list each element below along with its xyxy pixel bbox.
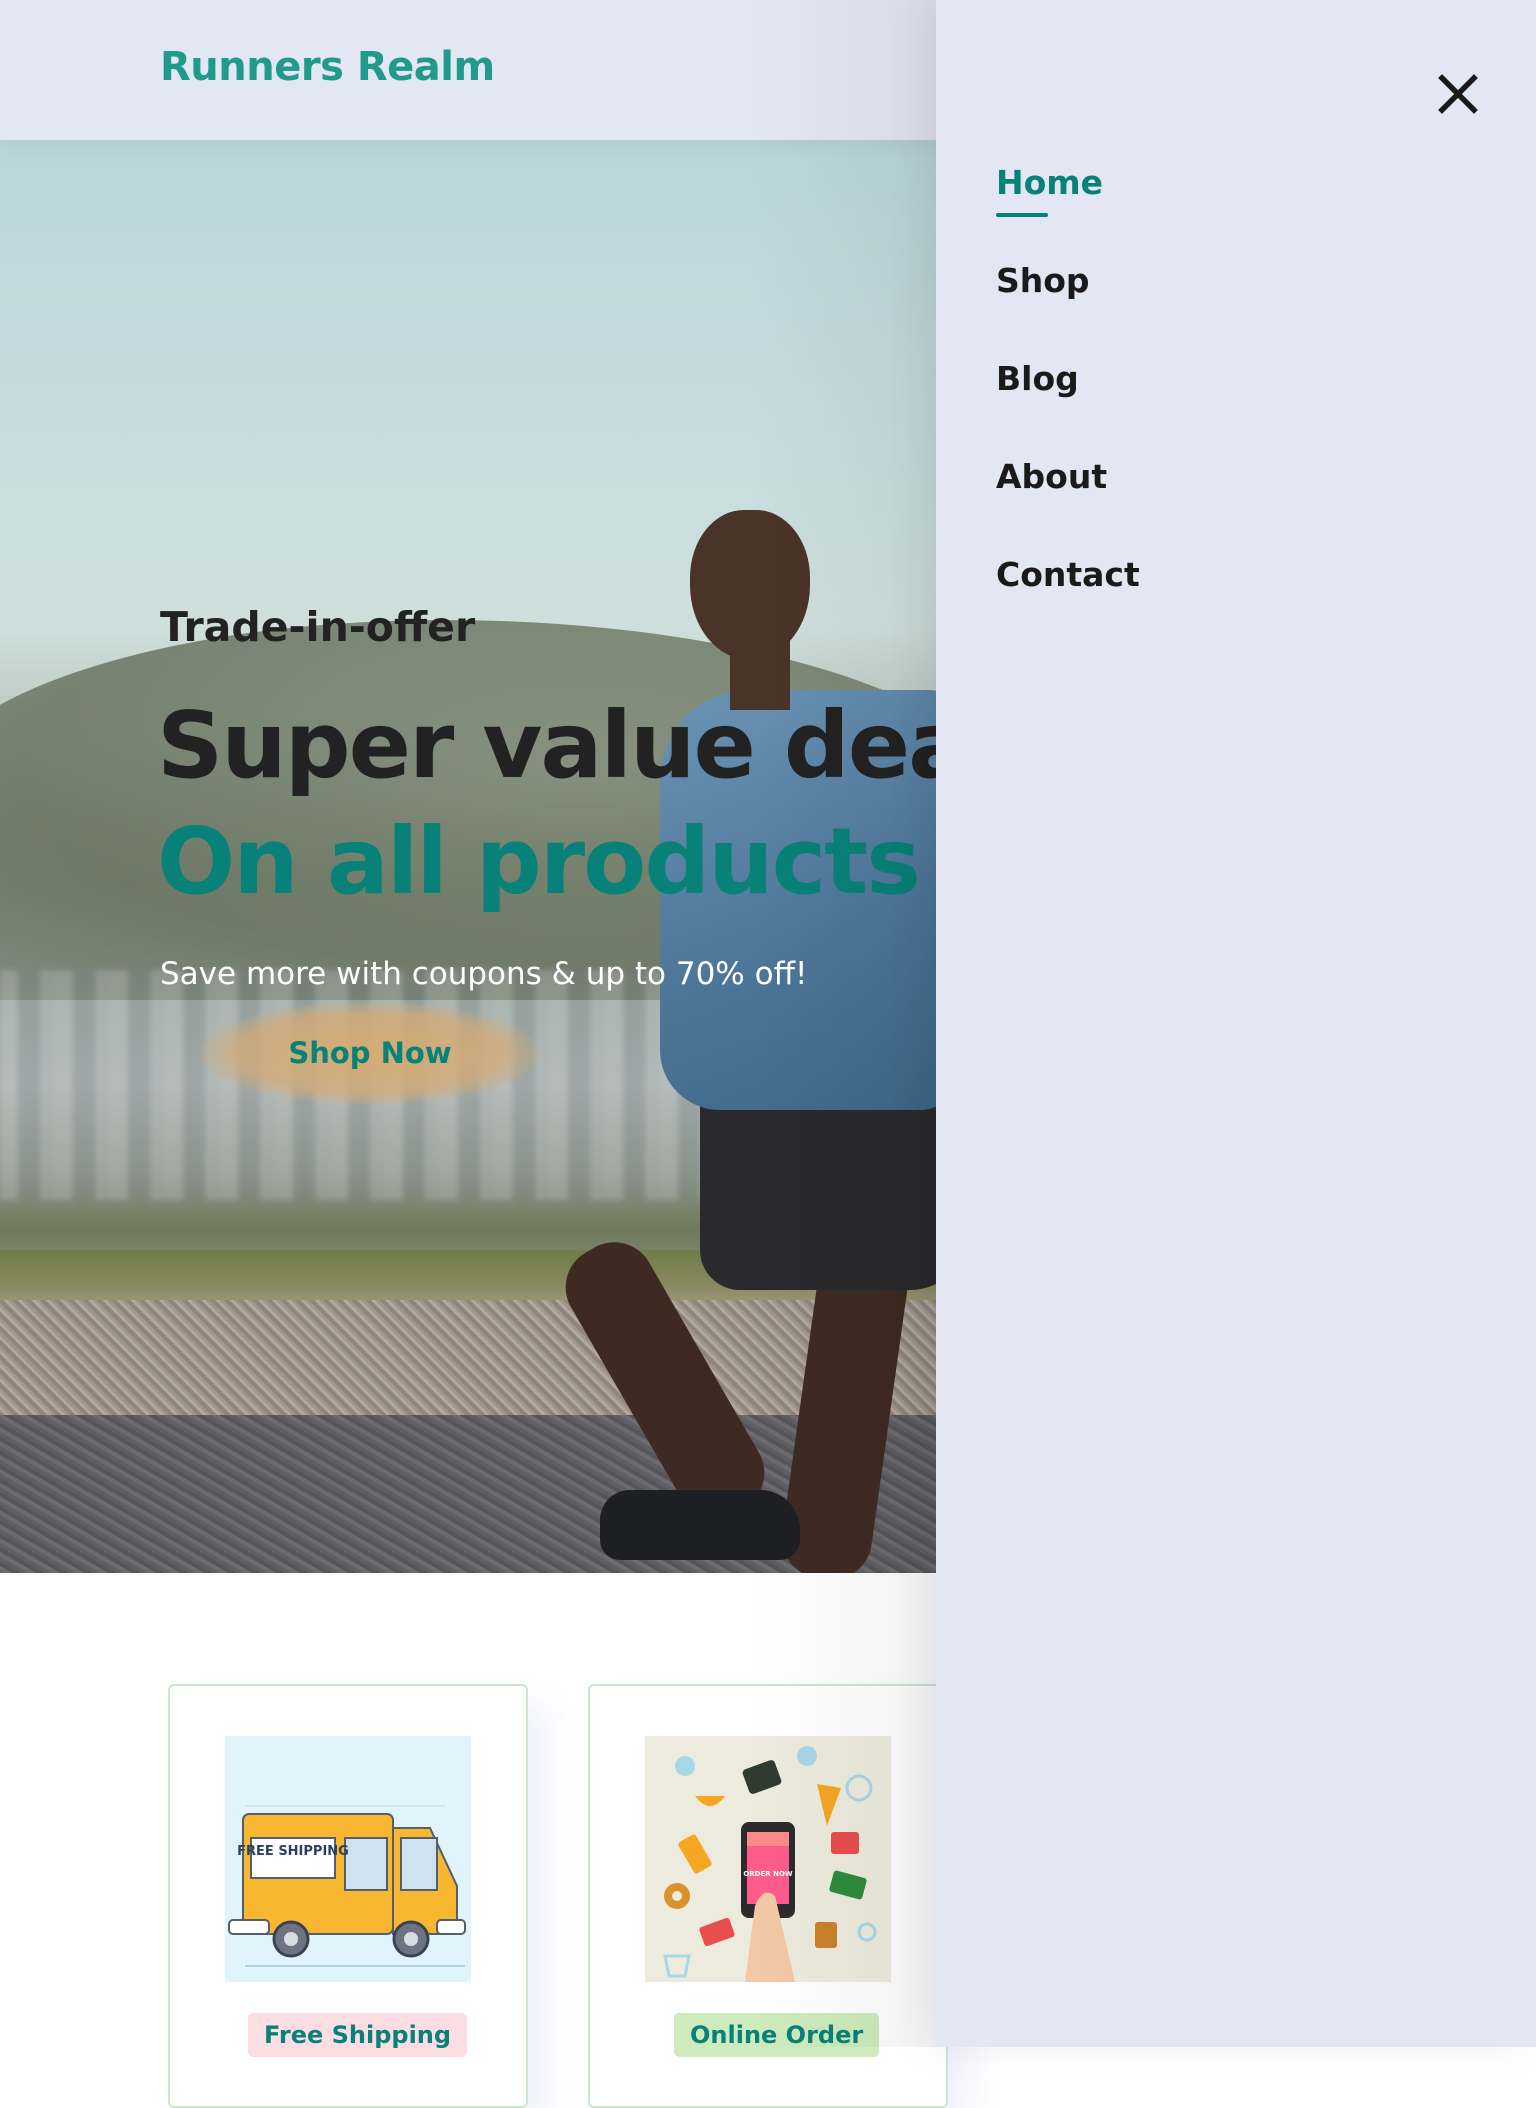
nav-link-blog[interactable]: Blog bbox=[996, 359, 1079, 398]
hero-headline-accent: On all products bbox=[157, 808, 921, 915]
hero-subtext: Save more with coupons & up to 70% off! bbox=[160, 956, 808, 992]
free-shipping-image-text: FREE SHIPPING bbox=[237, 1844, 349, 1859]
close-icon[interactable] bbox=[1432, 68, 1484, 120]
shop-now-button[interactable]: Shop Now bbox=[200, 1002, 540, 1104]
mobile-nav-drawer bbox=[936, 0, 1536, 2047]
hero-headline: Super value deals bbox=[157, 692, 1053, 799]
feature-card-free-shipping: FREE SHIPPING Free Shipping bbox=[168, 1684, 528, 2108]
feature-card-online-order: ORDER NOW Online Order bbox=[588, 1684, 948, 2108]
site-logo[interactable]: Runners Realm bbox=[160, 44, 495, 90]
hero-eyebrow: Trade-in-offer bbox=[160, 603, 476, 651]
online-order-image-text: ORDER NOW bbox=[743, 1870, 793, 1878]
runner-shoe bbox=[600, 1490, 800, 1560]
runner-head bbox=[690, 510, 810, 660]
nav-link-about[interactable]: About bbox=[996, 457, 1107, 496]
free-shipping-truck-icon: FREE SHIPPING bbox=[225, 1736, 471, 1982]
nav-item-blog[interactable]: Blog bbox=[996, 359, 1079, 398]
feature-label-free-shipping: Free Shipping bbox=[248, 2013, 468, 2057]
nav-item-shop[interactable]: Shop bbox=[996, 261, 1090, 300]
nav-item-home[interactable]: Home bbox=[996, 163, 1103, 217]
online-order-phone-icon: ORDER NOW bbox=[645, 1736, 891, 1982]
nav-item-about[interactable]: About bbox=[996, 457, 1107, 496]
nav-link-shop[interactable]: Shop bbox=[996, 261, 1090, 300]
nav-link-contact[interactable]: Contact bbox=[996, 555, 1140, 594]
nav-item-contact[interactable]: Contact bbox=[996, 555, 1140, 594]
nav-link-home[interactable]: Home bbox=[996, 163, 1103, 202]
feature-label-online-order: Online Order bbox=[674, 2013, 880, 2057]
active-nav-indicator bbox=[996, 213, 1048, 217]
